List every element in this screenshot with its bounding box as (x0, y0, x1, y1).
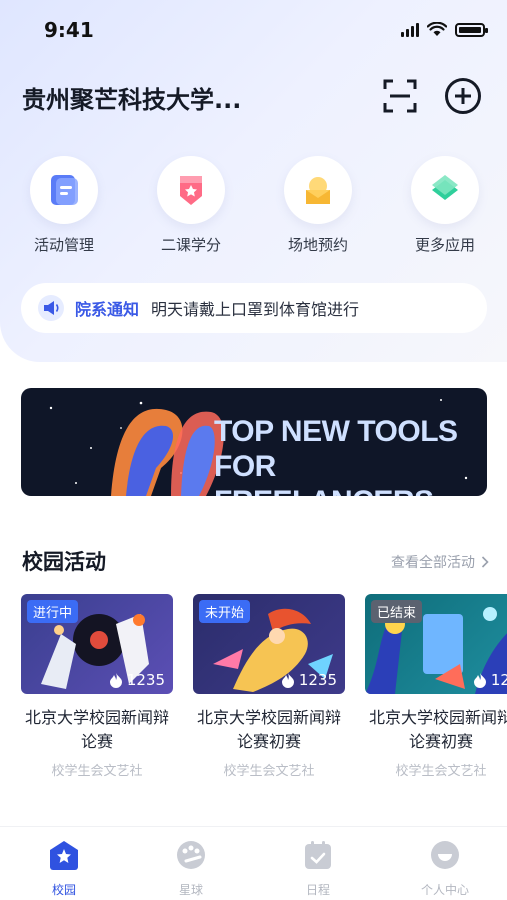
tab-planet[interactable]: 星球 (151, 839, 231, 898)
school-title[interactable]: 贵州聚芒科技大学... (22, 80, 241, 115)
heat-count: 1235 (298, 671, 337, 689)
tab-label: 日程 (305, 883, 330, 897)
app-label: 活动管理 (33, 236, 94, 254)
megaphone-icon (38, 295, 64, 321)
activity-title: 北京大学校园新闻辩论赛初赛 (196, 708, 341, 751)
battery-icon (455, 22, 488, 37)
campus-icon (50, 841, 78, 870)
palette-icon (177, 841, 205, 869)
tab-label: 星球 (178, 883, 203, 897)
section-title: 校园活动 (22, 550, 106, 574)
calendar-icon (306, 177, 330, 204)
banner-line-1: TOP NEW TOOLS (214, 415, 458, 448)
app-venue-booking[interactable]: 场地预约 (263, 156, 373, 255)
activity-image: 未开始 1235 (193, 594, 345, 694)
banner-text: TOP NEW TOOLS FOR FREELANCERS (214, 414, 484, 496)
app-label: 二课学分 (160, 236, 221, 254)
tab-schedule[interactable]: 日程 (278, 839, 358, 898)
activity-card[interactable]: 已结束 1235 北京大学校园新闻辩论赛初赛 校学生会文艺社 (365, 594, 507, 779)
view-all-activities-link[interactable]: 查看全部活动 (391, 552, 489, 572)
notice-text: 明天请戴上口罩到体育馆进行 (151, 300, 360, 319)
status-bar: 9:41 (0, 0, 507, 58)
quick-apps: 活动管理 二课学分 场地预约 更多应用 (0, 156, 507, 266)
activity-card[interactable]: 进行中 1235 北京大学校园新闻辩论赛 校学生会文艺社 (21, 594, 173, 779)
fire-icon (473, 673, 486, 688)
heat-count: 1235 (490, 671, 507, 689)
cellular-signal-icon (401, 22, 419, 37)
fire-icon (281, 673, 294, 688)
activity-status-badge: 进行中 (27, 600, 79, 623)
wifi-icon (427, 22, 447, 36)
activity-organizer: 校学生会文艺社 (223, 764, 315, 779)
status-icons (401, 22, 488, 37)
activity-title: 北京大学校园新闻辩论赛 (24, 708, 169, 751)
activity-heat: 1235 (109, 671, 165, 689)
view-all-label: 查看全部活动 (391, 555, 475, 571)
smile-icon (431, 841, 459, 869)
activity-heat: 1235 (473, 671, 507, 689)
activity-list: 进行中 1235 北京大学校园新闻辩论赛 校学生会文艺社 未开始 1235 北京… (0, 594, 507, 794)
banner-line-2: FOR FREELANCERS (214, 450, 434, 496)
chevron-right-icon (481, 556, 489, 568)
app-activity-management[interactable]: 活动管理 (9, 156, 119, 255)
tab-label: 个人中心 (420, 883, 469, 897)
tab-bar: 校园 星球 日程 个人中心 (0, 826, 507, 900)
badge-icon (180, 176, 202, 205)
activity-title: 北京大学校园新闻辩论赛初赛 (368, 708, 507, 751)
layers-icon (432, 175, 458, 200)
activity-image: 进行中 1235 (21, 594, 173, 694)
activity-card[interactable]: 未开始 1235 北京大学校园新闻辩论赛初赛 校学生会文艺社 (193, 594, 345, 779)
activity-status-badge: 已结束 (371, 600, 423, 623)
activity-organizer: 校学生会文艺社 (51, 764, 143, 779)
notice-bar[interactable]: 院系通知 明天请戴上口罩到体育馆进行 (21, 283, 487, 333)
activity-organizer: 校学生会文艺社 (395, 764, 487, 779)
app-more[interactable]: 更多应用 (390, 156, 500, 255)
heat-count: 1235 (126, 671, 165, 689)
app-label: 场地预约 (287, 236, 348, 254)
activity-status-badge: 未开始 (199, 600, 251, 623)
app-second-class-credits[interactable]: 二课学分 (136, 156, 246, 255)
notice-tag: 院系通知 (75, 300, 140, 319)
scan-icon[interactable] (382, 78, 418, 114)
tab-label: 校园 (51, 883, 76, 897)
tab-campus[interactable]: 校园 (24, 839, 104, 898)
tab-profile[interactable]: 个人中心 (405, 839, 485, 898)
status-time: 9:41 (44, 18, 94, 42)
app-label: 更多应用 (414, 236, 475, 254)
calendar-check-icon (305, 841, 331, 869)
fire-icon (109, 673, 122, 688)
promo-banner[interactable]: TOP NEW TOOLS FOR FREELANCERS (21, 388, 487, 496)
document-icon (51, 175, 78, 205)
activity-image: 已结束 1235 (365, 594, 507, 694)
activity-heat: 1235 (281, 671, 337, 689)
add-circle-icon[interactable] (444, 77, 482, 115)
